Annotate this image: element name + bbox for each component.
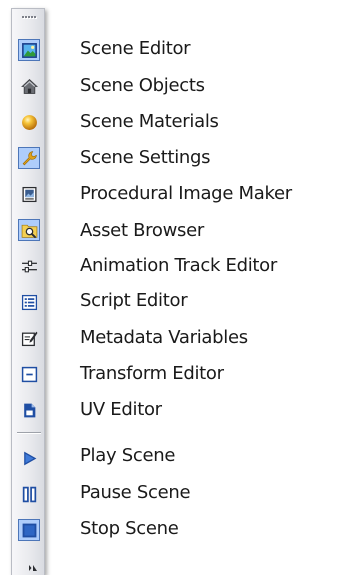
stop-icon [22, 523, 36, 537]
magnifier-icon [21, 224, 37, 238]
pause-icon [22, 486, 36, 502]
procedural-image-maker-button[interactable] [18, 183, 40, 205]
uv-editor-label: UV Editor [80, 399, 162, 420]
script-list-icon [21, 294, 37, 310]
scene-settings-button[interactable] [18, 147, 40, 169]
scene-objects-label: Scene Objects [80, 75, 205, 96]
sphere-icon [21, 114, 37, 130]
script-editor-label: Script Editor [80, 290, 188, 311]
track-icon [21, 260, 37, 272]
wrench-icon [22, 150, 37, 165]
transform-editor-label: Transform Editor [80, 363, 224, 384]
pause-scene-button[interactable] [18, 483, 40, 505]
play-scene-button[interactable] [18, 447, 40, 469]
toolbar-separator [17, 432, 41, 434]
transform-editor-button[interactable] [18, 363, 40, 385]
landscape-icon [21, 42, 37, 58]
scene-materials-button[interactable] [18, 111, 40, 133]
edit-note-icon [21, 331, 37, 346]
house-icon [20, 78, 38, 94]
toolbar-overflow-chevron-icon[interactable] [28, 563, 38, 573]
screen: Scene Editor Scene Objects Scene Materia… [0, 0, 346, 575]
vertical-toolbar [11, 8, 45, 575]
scene-materials-label: Scene Materials [80, 111, 219, 132]
play-scene-label: Play Scene [80, 445, 176, 466]
transform-box-icon [21, 366, 37, 382]
document-icon [23, 403, 35, 417]
script-editor-button[interactable] [18, 291, 40, 313]
scene-settings-label: Scene Settings [80, 147, 211, 168]
scene-editor-label: Scene Editor [80, 38, 191, 59]
asset-browser-label: Asset Browser [80, 220, 204, 241]
stop-scene-button[interactable] [18, 519, 40, 541]
asset-browser-button[interactable] [18, 219, 40, 241]
toolbar-grip[interactable] [22, 16, 36, 20]
image-frame-icon [21, 186, 37, 202]
scene-objects-button[interactable] [18, 75, 40, 97]
stop-scene-label: Stop Scene [80, 518, 179, 539]
metadata-variables-button[interactable] [18, 327, 40, 349]
animation-track-editor-button[interactable] [18, 255, 40, 277]
uv-editor-button[interactable] [18, 399, 40, 421]
animation-track-editor-label: Animation Track Editor [80, 255, 277, 276]
play-icon [23, 451, 36, 465]
pause-scene-label: Pause Scene [80, 482, 191, 503]
procedural-image-maker-label: Procedural Image Maker [80, 183, 292, 204]
metadata-variables-label: Metadata Variables [80, 327, 248, 348]
scene-editor-button[interactable] [18, 39, 40, 61]
